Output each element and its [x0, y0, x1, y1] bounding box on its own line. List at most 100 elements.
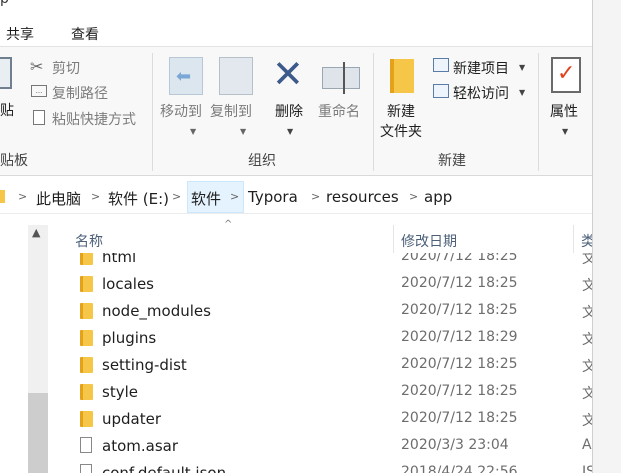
file-type: 文 — [582, 332, 592, 348]
new-group-label: 新建 — [438, 153, 466, 169]
tab-view[interactable]: 查看 — [71, 24, 99, 44]
file-date: 2020/7/12 18:25 — [401, 302, 518, 318]
new-item-button[interactable]: 新建项目 — [453, 58, 509, 78]
breadcrumb-typora[interactable]: Typora — [248, 188, 298, 206]
delete-button[interactable]: 删除 — [275, 101, 303, 121]
file-row[interactable]: locales 2020/7/12 18:25 文 — [76, 271, 592, 298]
file-date: 2020/7/12 18:29 — [401, 329, 518, 345]
copy-to-icon — [219, 57, 253, 95]
easy-access-dropdown-icon[interactable]: ▼ — [519, 88, 525, 97]
chevron-right-icon[interactable]: > — [230, 190, 239, 203]
column-name[interactable]: 名称 — [75, 231, 103, 251]
file-date: 2020/7/12 18:25 — [401, 383, 518, 399]
folder-icon — [80, 411, 93, 427]
file-type: 文 — [582, 359, 592, 375]
file-row[interactable]: conf.default.json 2018/4/24 22:56 JS — [76, 460, 592, 473]
file-type: 文 — [582, 386, 592, 402]
file-row[interactable]: html 2020/7/12 18:25 文 — [76, 253, 592, 271]
group-divider — [538, 53, 539, 171]
file-list: html 2020/7/12 18:25 文 locales 2020/7/12 18:… — [48, 253, 592, 473]
file-row[interactable]: setting-dist 2020/7/12 18:25 文 — [76, 352, 592, 379]
file-row[interactable]: node_modules 2020/7/12 18:25 文 — [76, 298, 592, 325]
breadcrumb-app[interactable]: app — [424, 188, 452, 206]
scrollbar-thumb[interactable] — [28, 393, 48, 473]
file-name: conf.default.json — [102, 464, 227, 473]
file-name: html — [102, 253, 137, 266]
file-name: setting-dist — [102, 356, 187, 374]
file-row[interactable]: plugins 2020/7/12 18:29 文 — [76, 325, 592, 352]
folder-icon — [80, 384, 93, 400]
paste-button[interactable]: 贴 — [0, 100, 14, 120]
easy-access-button[interactable]: 轻松访问 — [453, 83, 509, 103]
file-type: 文 — [582, 278, 592, 294]
file-type: JS — [582, 464, 592, 473]
scissors-icon: ✂ — [30, 57, 44, 76]
move-to-dropdown-icon[interactable]: ▼ — [190, 127, 196, 136]
copy-path-icon: ... — [31, 85, 47, 97]
paste-shortcut-button[interactable]: 粘贴快捷方式 — [52, 109, 136, 129]
chevron-right-icon[interactable]: > — [311, 190, 320, 203]
copy-to-dropdown-icon[interactable]: ▼ — [240, 127, 246, 136]
folder-icon — [80, 357, 93, 373]
rename-button[interactable]: 重命名 — [318, 101, 360, 121]
file-date: 2020/7/12 18:25 — [401, 253, 518, 264]
folder-icon — [80, 303, 93, 319]
copy-path-button[interactable]: 复制路径 — [52, 83, 108, 103]
file-name: atom.asar — [102, 437, 178, 455]
new-folder-label-2[interactable]: 文件夹 — [380, 121, 422, 141]
rename-icon — [322, 62, 360, 94]
file-name: updater — [102, 410, 162, 428]
breadcrumb-software[interactable]: 软件 — [191, 188, 221, 209]
file-date: 2020/3/3 23:04 — [401, 437, 509, 453]
organize-group-label: 组织 — [248, 153, 276, 169]
column-modified[interactable]: 修改日期 — [401, 231, 457, 251]
new-item-icon — [433, 58, 449, 72]
file-date: 2020/7/12 18:25 — [401, 275, 518, 291]
scroll-up-icon[interactable]: ▲ — [32, 226, 40, 239]
column-type[interactable]: 类 — [581, 231, 592, 251]
column-divider[interactable] — [393, 225, 394, 253]
sort-ascending-icon: ^ — [224, 219, 233, 230]
folder-icon — [0, 190, 5, 203]
breadcrumb-resources[interactable]: resources — [326, 188, 399, 206]
file-row[interactable]: updater 2020/7/12 18:25 文 — [76, 406, 592, 433]
file-name: node_modules — [102, 302, 211, 320]
file-row[interactable]: style 2020/7/12 18:25 文 — [76, 379, 592, 406]
file-name: plugins — [102, 329, 157, 347]
breadcrumb-drive-e[interactable]: 软件 (E:) — [108, 188, 169, 209]
properties-dropdown-icon[interactable]: ▼ — [562, 127, 568, 136]
paste-icon[interactable] — [0, 57, 12, 89]
file-date: 2020/7/12 18:25 — [401, 356, 518, 372]
clipboard-group-label: 贴板 — [0, 153, 28, 169]
cut-button[interactable]: 剪切 — [52, 58, 80, 78]
tab-share[interactable]: 共享 — [6, 24, 34, 44]
column-divider[interactable] — [573, 225, 574, 253]
file-name: locales — [102, 275, 154, 293]
new-item-dropdown-icon[interactable]: ▼ — [519, 63, 525, 72]
new-folder-label-1[interactable]: 新建 — [387, 101, 415, 121]
file-icon — [80, 437, 92, 453]
chevron-right-icon[interactable]: > — [172, 190, 181, 203]
new-folder-icon — [390, 59, 414, 93]
properties-icon: ✓ — [551, 57, 581, 93]
properties-button[interactable]: 属性 — [550, 101, 578, 121]
breadcrumb-this-pc[interactable]: 此电脑 — [36, 188, 81, 209]
file-type: 文 — [582, 305, 592, 321]
chevron-right-icon[interactable]: > — [18, 190, 27, 203]
move-to-icon: ⬅ — [169, 57, 203, 95]
address-bar[interactable]: > 此电脑 > 软件 (E:) > 软件 > Typora > resource… — [0, 180, 592, 214]
folder-icon — [80, 330, 93, 346]
chevron-right-icon[interactable]: > — [91, 190, 100, 203]
file-date: 2018/4/24 22:56 — [401, 464, 518, 473]
move-to-button[interactable]: 移动到 — [160, 101, 202, 121]
group-divider — [373, 53, 374, 171]
delete-dropdown-icon[interactable]: ▼ — [287, 127, 293, 136]
explorer-window: p 共享 查看 贴 ✂ 剪切 ... 复制路径 粘贴快捷方式 贴板 ⬅ 移动到 … — [0, 0, 592, 473]
copy-to-button[interactable]: 复制到 — [210, 101, 252, 121]
chevron-right-icon[interactable]: > — [409, 190, 418, 203]
file-row[interactable]: atom.asar 2020/3/3 23:04 A — [76, 433, 592, 460]
delete-icon: ✕ — [272, 52, 304, 96]
file-type: 文 — [582, 253, 592, 267]
group-divider — [152, 53, 153, 171]
desktop-edge — [592, 0, 621, 473]
